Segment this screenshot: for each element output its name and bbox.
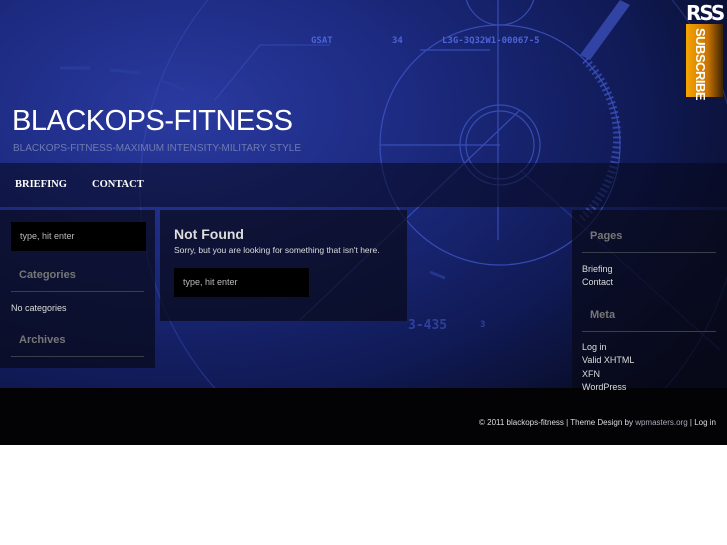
subscribe-label: SUBSCRIBE bbox=[693, 28, 708, 101]
archives-title: Archives bbox=[19, 334, 66, 346]
divider bbox=[582, 331, 716, 332]
site-title[interactable]: BLACKOPS-FITNESS bbox=[12, 105, 293, 138]
categories-empty: No categories bbox=[11, 303, 67, 313]
main-content: Not Found Sorry, but you are looking for… bbox=[160, 210, 407, 321]
hud-label: GSAT bbox=[311, 36, 333, 46]
page-background: GSAT 34 L3G-3Q32W1-00067-5 3-435 3 BLACK… bbox=[0, 0, 727, 445]
meta-link-xfn[interactable]: XFN bbox=[582, 369, 600, 379]
designer-link[interactable]: wpmasters.org bbox=[635, 418, 687, 427]
left-sidebar: type, hit enter Categories No categories… bbox=[0, 210, 155, 368]
not-found-message: Sorry, but you are looking for something… bbox=[174, 245, 380, 255]
copyright: © 2011 blackops-fitness | Theme Design b… bbox=[479, 418, 636, 427]
page-heading: Not Found bbox=[174, 226, 244, 242]
hud-label: L3G-3Q32W1-00067-5 bbox=[442, 36, 540, 46]
hud-label: 34 bbox=[392, 36, 403, 46]
page-link-contact[interactable]: Contact bbox=[582, 277, 613, 287]
divider bbox=[582, 252, 716, 253]
main-nav: BRIEFING CONTACT bbox=[0, 163, 727, 207]
meta-link-login[interactable]: Log in bbox=[582, 342, 607, 352]
footer-text: © 2011 blackops-fitness | Theme Design b… bbox=[479, 418, 716, 427]
footer: © 2011 blackops-fitness | Theme Design b… bbox=[0, 388, 727, 445]
divider bbox=[11, 291, 144, 292]
hud-label: 3 bbox=[480, 320, 486, 330]
categories-title: Categories bbox=[19, 269, 76, 281]
pages-title: Pages bbox=[590, 230, 623, 242]
divider bbox=[11, 356, 144, 357]
rss-subscribe-button[interactable]: RSS SUBSCRIBE bbox=[686, 1, 725, 101]
meta-title: Meta bbox=[590, 309, 616, 321]
rss-label: RSS bbox=[686, 1, 725, 25]
footer-login-link[interactable]: Log in bbox=[694, 418, 716, 427]
site-tagline: BLACKOPS-FITNESS-MAXIMUM INTENSITY-MILIT… bbox=[13, 143, 302, 154]
meta-link-wordpress[interactable]: WordPress bbox=[582, 382, 626, 392]
meta-link-xhtml[interactable]: Valid XHTML bbox=[582, 355, 634, 365]
right-sidebar: Pages Briefing Contact Meta Log in Valid… bbox=[572, 210, 727, 392]
nav-contact[interactable]: CONTACT bbox=[92, 179, 144, 190]
page-link-briefing[interactable]: Briefing bbox=[582, 264, 613, 274]
sidebar-search-input[interactable]: type, hit enter bbox=[11, 222, 146, 251]
main-search-input[interactable]: type, hit enter bbox=[174, 268, 309, 297]
nav-briefing[interactable]: BRIEFING bbox=[15, 179, 67, 190]
hud-label: 3-435 bbox=[408, 318, 448, 333]
